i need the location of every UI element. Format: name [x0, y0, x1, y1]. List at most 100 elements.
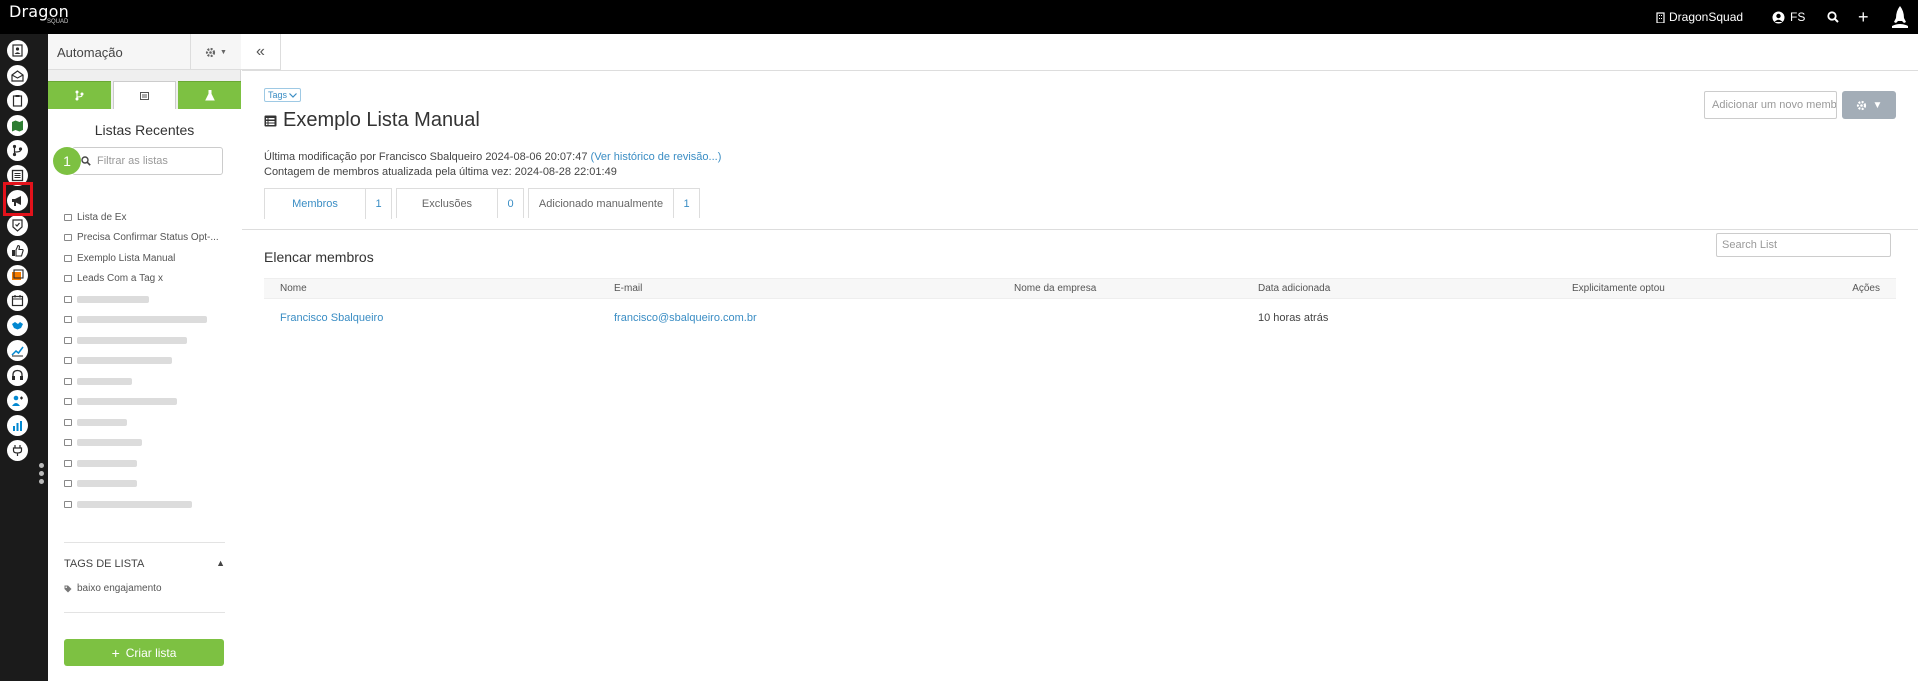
- list-item-redacted[interactable]: [64, 494, 234, 515]
- search-button[interactable]: [1827, 0, 1839, 34]
- list-icon: [64, 377, 72, 385]
- rail-users[interactable]: [7, 390, 28, 411]
- org-switcher[interactable]: DragonSquad: [1656, 0, 1743, 34]
- rail-workflow[interactable]: [7, 140, 28, 161]
- app-logo[interactable]: Dragon: [9, 4, 69, 20]
- rail-badges[interactable]: [7, 215, 28, 236]
- tab-tests[interactable]: [178, 81, 241, 109]
- list-item[interactable]: Precisa Confirmar Status Opt-...: [64, 228, 234, 249]
- add-button[interactable]: +: [1858, 0, 1869, 34]
- rail-deals[interactable]: [7, 315, 28, 336]
- search-list-input[interactable]: Search List: [1716, 233, 1891, 257]
- rail-contacts[interactable]: [7, 40, 28, 61]
- list-panel: Automação ▼ Listas Recentes 1 Filtrar as…: [48, 34, 241, 681]
- list-settings-button[interactable]: ▼: [1842, 91, 1896, 119]
- rail-calendar[interactable]: [7, 290, 28, 311]
- panel-settings-button[interactable]: ▼: [190, 34, 241, 70]
- tab-members[interactable]: Membros 1: [264, 188, 392, 219]
- column-header[interactable]: E-mail: [614, 283, 642, 294]
- list-item[interactable]: Leads Com a Tag x: [64, 269, 234, 290]
- list-item-label: Lista de Ex: [77, 211, 127, 223]
- list-item-redacted[interactable]: [64, 392, 234, 413]
- top-bar: Dragon SQUAD DragonSquad FS +: [0, 0, 1918, 34]
- rail-map[interactable]: [7, 115, 28, 136]
- list-icon: [64, 357, 72, 365]
- list-item-redacted[interactable]: [64, 412, 234, 433]
- column-header[interactable]: Nome da empresa: [1014, 283, 1096, 294]
- list-item[interactable]: Exemplo Lista Manual: [64, 248, 234, 269]
- recent-lists: Lista de Ex Precisa Confirmar Status Opt…: [64, 207, 234, 515]
- list-item-redacted[interactable]: [64, 433, 234, 454]
- list-item[interactable]: Lista de Ex: [64, 207, 234, 228]
- resize-handle[interactable]: [39, 463, 44, 487]
- list-icon: [64, 275, 72, 283]
- rail-reviews[interactable]: [7, 240, 28, 261]
- tab-workflows[interactable]: [48, 81, 111, 109]
- rail-clipboard[interactable]: [7, 90, 28, 111]
- gear-icon: [205, 47, 216, 57]
- redacted-text: [77, 316, 207, 324]
- list-item-redacted[interactable]: [64, 330, 234, 351]
- gear-icon: [1856, 100, 1866, 110]
- list-item-redacted[interactable]: [64, 474, 234, 495]
- tab-manually-added[interactable]: Adicionado manualmente 1: [528, 188, 700, 218]
- rail-integrations[interactable]: [7, 440, 28, 461]
- tab-label: Adicionado manualmente: [538, 197, 664, 210]
- panel-title: Automação: [57, 45, 123, 60]
- redacted-text: [77, 500, 192, 508]
- divider: [64, 542, 225, 543]
- tab-lists[interactable]: [113, 81, 176, 109]
- list-item-redacted[interactable]: [64, 310, 234, 331]
- member-name-link[interactable]: Francisco Sbalqueiro: [280, 312, 383, 324]
- tags-dropdown[interactable]: Tags: [264, 88, 302, 102]
- page-meta: Última modificação por Francisco Sbalque…: [264, 150, 721, 180]
- members-table-header: Nome E-mail Nome da empresa Data adicion…: [264, 278, 1896, 299]
- collapse-panel-button[interactable]: «: [241, 34, 281, 70]
- column-header[interactable]: Data adicionada: [1258, 283, 1330, 294]
- rail-gallery[interactable]: [7, 265, 28, 286]
- revision-history-link[interactable]: (Ver histórico de revisão...): [591, 151, 722, 163]
- plug-icon: [12, 445, 23, 456]
- filter-placeholder: Filtrar as listas: [97, 155, 168, 167]
- member-date-added: 10 horas atrás: [1258, 312, 1329, 324]
- member-email-link[interactable]: francisco@sbalqueiro.com.br: [614, 312, 757, 324]
- list-icon: [11, 169, 24, 182]
- rail-growth[interactable]: [7, 340, 28, 361]
- create-list-button[interactable]: + Criar lista: [64, 639, 224, 666]
- section-title: Elencar membros: [264, 249, 374, 265]
- member-count-updated: Contagem de membros atualizada pela últi…: [264, 166, 617, 178]
- search-icon: [81, 156, 91, 166]
- list-icon: [264, 115, 277, 126]
- active-module-highlight: [3, 182, 33, 216]
- plus-icon: +: [1858, 6, 1869, 27]
- sidebar-strip: [35, 34, 48, 681]
- column-header[interactable]: Explicitamente optou: [1572, 283, 1665, 294]
- tag-label: baixo engajamento: [77, 583, 162, 594]
- rocket-icon: [1892, 6, 1908, 28]
- last-modified: Última modificação por Francisco Sbalque…: [264, 151, 588, 163]
- filter-lists-input[interactable]: 1 Filtrar as listas: [53, 147, 223, 175]
- list-item-redacted[interactable]: [64, 371, 234, 392]
- rail-reports[interactable]: [7, 415, 28, 436]
- user-circle-icon: [1772, 11, 1785, 23]
- user-menu[interactable]: FS: [1772, 0, 1805, 34]
- page-title: Exemplo Lista Manual: [264, 109, 480, 132]
- tab-count: 1: [365, 189, 391, 219]
- org-name: DragonSquad: [1669, 10, 1744, 24]
- list-tags-header[interactable]: TAGS DE LISTA ▲: [64, 558, 225, 570]
- list-item-redacted[interactable]: [64, 453, 234, 474]
- list-item-redacted[interactable]: [64, 289, 234, 310]
- contacts-icon: [12, 44, 23, 57]
- rocket-button[interactable]: [1890, 0, 1910, 34]
- add-member-input[interactable]: Adicionar um novo membro: [1704, 91, 1837, 119]
- gallery-icon: [12, 269, 24, 280]
- tag-item[interactable]: baixo engajamento: [64, 583, 162, 594]
- rail-inbox[interactable]: [7, 65, 28, 86]
- list-item-redacted[interactable]: [64, 351, 234, 372]
- module-sidebar: [0, 34, 35, 681]
- tab-count: 0: [497, 189, 523, 218]
- column-header[interactable]: Nome: [280, 283, 307, 294]
- rail-support[interactable]: [7, 365, 28, 386]
- tab-exclusions[interactable]: Exclusões 0: [396, 188, 524, 218]
- search-list-placeholder: Search List: [1722, 239, 1778, 251]
